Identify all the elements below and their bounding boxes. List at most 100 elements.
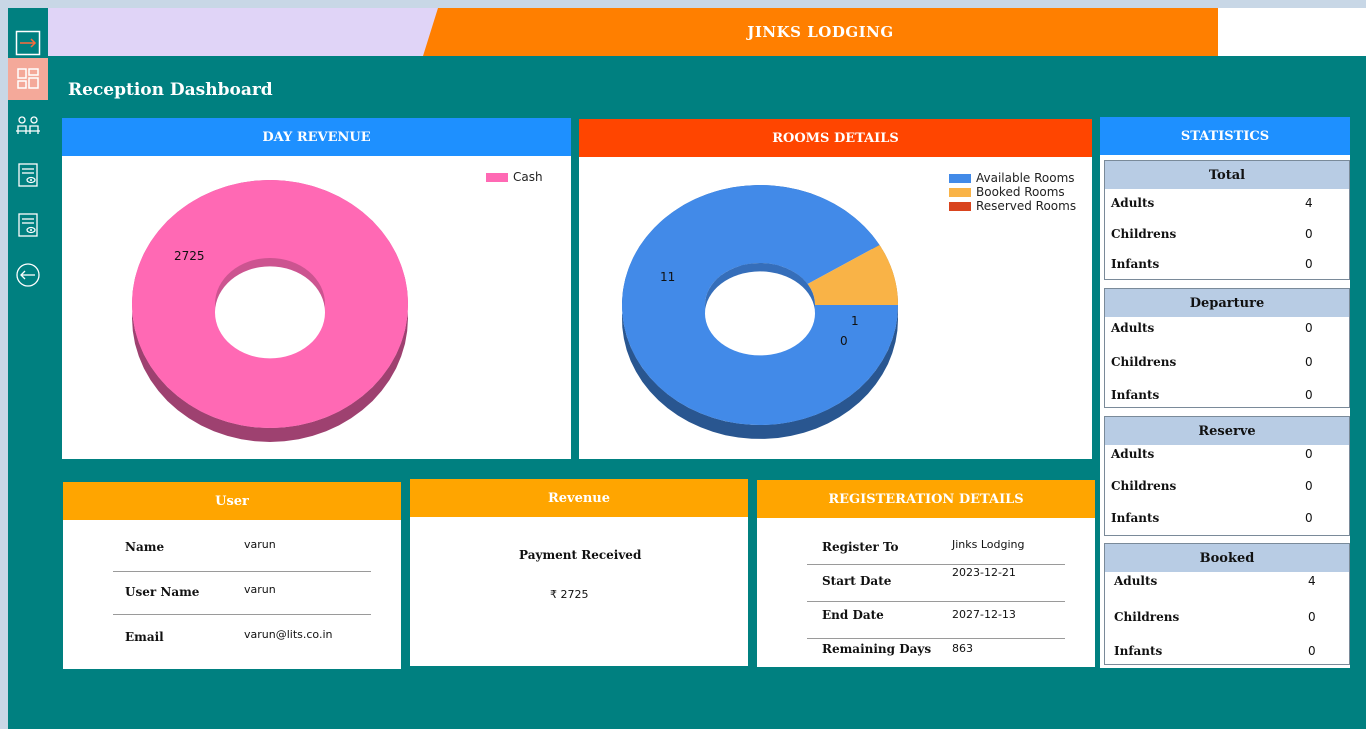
rooms-details-header: ROOMS DETAILS	[579, 119, 1092, 157]
register-to-value: Jinks Lodging	[952, 538, 1025, 551]
stat-row-infants: Infants 0	[1111, 511, 1341, 525]
stat-label: Childrens	[1111, 227, 1177, 241]
logout-arrow-icon[interactable]	[8, 254, 48, 296]
email-label: Email	[125, 630, 164, 644]
user-panel: User Name varun User Name varun Email va…	[63, 482, 401, 669]
stat-row-infants: Infants 0	[1111, 257, 1341, 271]
stat-label: Childrens	[1111, 355, 1177, 369]
stat-group-total: Total Adults 4 Childrens 0 Infants 0	[1104, 160, 1350, 280]
stat-value: 0	[1305, 447, 1313, 461]
legend-label: Reserved Rooms	[976, 199, 1077, 213]
legend-label: Cash	[513, 170, 543, 184]
stat-row-infants: Infants 0	[1111, 388, 1341, 402]
stat-group-title: Total	[1105, 161, 1349, 189]
email-value: varun@lits.co.in	[244, 628, 333, 641]
stat-label: Adults	[1111, 447, 1155, 461]
payment-received-value: ₹ 2725	[550, 588, 589, 601]
remaining-days-value: 863	[952, 642, 973, 655]
stat-value: 0	[1305, 321, 1313, 335]
stat-row-childrens: Childrens 0	[1111, 479, 1341, 493]
username-label: User Name	[125, 585, 200, 599]
sidebar	[8, 8, 48, 729]
app-title: JINKS LODGING	[747, 23, 894, 41]
stat-label: Adults	[1111, 321, 1155, 335]
data-label: 1	[851, 314, 859, 328]
stat-value: 0	[1305, 388, 1313, 402]
username-value: varun	[244, 583, 276, 596]
app-window: JINKS LODGING Reception Dashboard DAY RE…	[8, 8, 1366, 729]
stat-value: 0	[1305, 479, 1313, 493]
stat-row-adults: Adults 0	[1111, 321, 1341, 335]
stat-row-childrens: Childrens 0	[1114, 610, 1344, 624]
name-value: varun	[244, 538, 276, 551]
end-date-label: End Date	[822, 608, 884, 622]
stat-label: Childrens	[1114, 610, 1180, 624]
stat-value: 0	[1308, 610, 1316, 624]
stat-value: 0	[1305, 511, 1313, 525]
stat-label: Infants	[1114, 644, 1163, 658]
legend-swatch	[486, 172, 508, 182]
registration-header: REGISTERATION DETAILS	[757, 480, 1095, 518]
legend-label: Available Rooms	[976, 171, 1075, 185]
stat-row-infants: Infants 0	[1114, 644, 1344, 658]
data-label: 2725	[174, 249, 205, 263]
user-header: User	[63, 482, 401, 520]
payment-received-label: Payment Received	[519, 548, 642, 562]
rooms-details-panel: ROOMS DETAILS 11 1 0 Available Rooms Booke…	[579, 119, 1092, 459]
stat-group-title: Departure	[1105, 289, 1349, 317]
statistics-header: STATISTICS	[1100, 117, 1350, 155]
header-right-band	[1218, 8, 1366, 56]
data-label: 11	[660, 270, 675, 284]
day-revenue-legend: Cash	[486, 170, 543, 184]
legend-label: Booked Rooms	[976, 185, 1065, 199]
legend-swatch	[949, 187, 971, 197]
name-label: Name	[125, 540, 165, 554]
revenue-header: Revenue	[410, 479, 748, 517]
stat-row-adults: Adults 0	[1111, 447, 1341, 461]
stat-group-title: Booked	[1105, 544, 1349, 572]
report-view-icon[interactable]	[8, 204, 48, 246]
registration-panel: REGISTERATION DETAILS Register To Jinks …	[757, 480, 1095, 667]
legend-item-cash: Cash	[486, 170, 543, 184]
stat-group-booked: Booked Adults 4 Childrens 0 Infants 0	[1104, 543, 1350, 665]
dashboard-grid-icon[interactable]	[8, 58, 48, 100]
stat-group-reserve: Reserve Adults 0 Childrens 0 Infants 0	[1104, 416, 1350, 536]
stat-value: 0	[1308, 644, 1316, 658]
stat-label: Infants	[1111, 511, 1160, 525]
day-revenue-panel: DAY REVENUE 2725 Cash	[62, 118, 571, 459]
stat-label: Childrens	[1111, 479, 1177, 493]
register-to-label: Register To	[822, 540, 899, 554]
legend-item-reserved: Reserved Rooms	[949, 199, 1076, 213]
stat-value: 0	[1305, 355, 1313, 369]
divider	[807, 638, 1065, 639]
divider	[807, 564, 1065, 565]
page-title: Reception Dashboard	[68, 80, 273, 100]
legend-item-available: Available Rooms	[949, 171, 1076, 185]
stat-group-departure: Departure Adults 0 Childrens 0 Infants 0	[1104, 288, 1350, 408]
start-date-value: 2023-12-21	[952, 566, 1016, 579]
end-date-value: 2027-12-13	[952, 608, 1016, 621]
donut-hole	[215, 266, 325, 359]
start-date-label: Start Date	[822, 574, 892, 588]
rooms-details-legend: Available Rooms Booked Rooms Reserved Ro…	[949, 171, 1076, 213]
stat-row-adults: Adults 4	[1114, 574, 1344, 588]
stat-label: Adults	[1111, 196, 1155, 210]
invoice-view-icon[interactable]	[8, 154, 48, 196]
day-revenue-chart: 2725	[132, 180, 408, 442]
stat-row-adults: Adults 4	[1111, 196, 1341, 210]
stat-value: 0	[1305, 257, 1313, 271]
reception-people-icon[interactable]	[8, 106, 48, 148]
header-left-band	[48, 8, 448, 56]
legend-swatch	[949, 201, 971, 211]
stat-row-childrens: Childrens 0	[1111, 227, 1341, 241]
legend-item-booked: Booked Rooms	[949, 185, 1076, 199]
header-title-band: JINKS LODGING	[423, 8, 1218, 56]
stat-value: 0	[1305, 227, 1313, 241]
stat-label: Infants	[1111, 257, 1160, 271]
stat-group-title: Reserve	[1105, 417, 1349, 445]
donut-hole	[705, 271, 815, 356]
stat-label: Adults	[1114, 574, 1158, 588]
day-revenue-header: DAY REVENUE	[62, 118, 571, 156]
remaining-days-label: Remaining Days	[822, 642, 932, 656]
data-label: 0	[840, 334, 848, 348]
